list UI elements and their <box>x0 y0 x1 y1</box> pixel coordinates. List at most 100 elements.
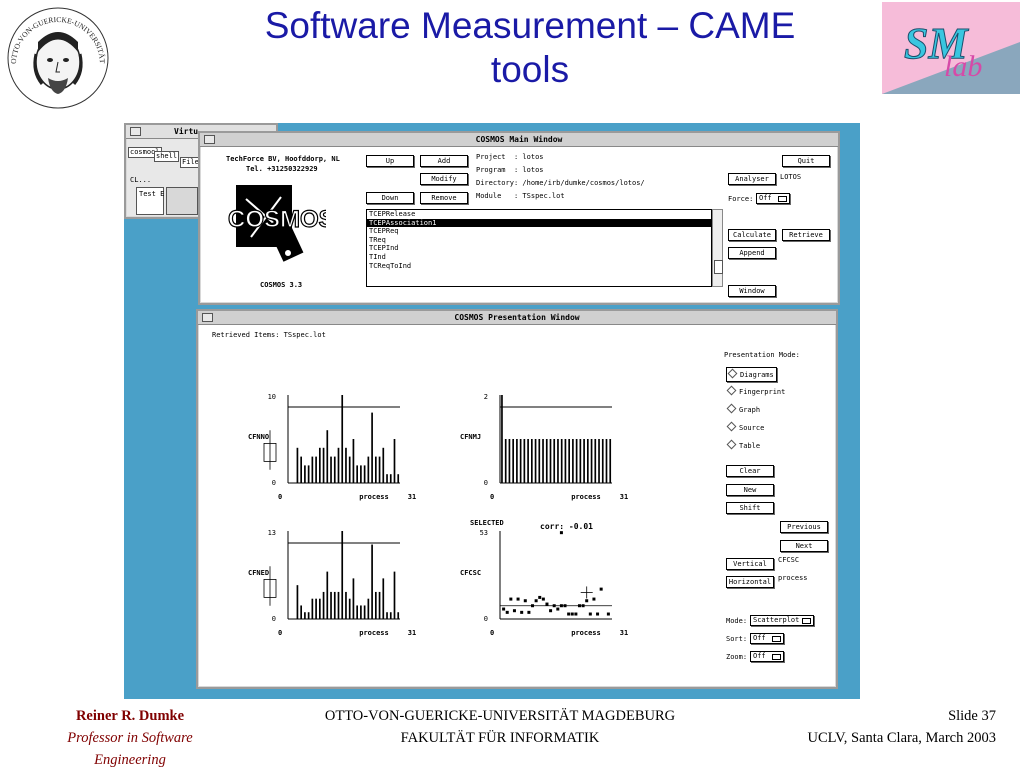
x-tick-label: 0 <box>490 493 494 501</box>
mode-radio-graph[interactable]: Graph <box>726 403 760 415</box>
bar <box>386 474 388 483</box>
y-tick-label: 2 <box>484 393 488 401</box>
list-item[interactable]: TReq <box>367 236 711 245</box>
point <box>563 604 567 608</box>
list-item[interactable]: TCEPRelease <box>367 210 711 219</box>
mode-radio-fingerprint[interactable]: Fingerprint <box>726 385 785 397</box>
list-item-selected[interactable]: TCEPAssociation1 <box>367 218 711 228</box>
logo-lab-text: lab <box>944 50 982 83</box>
cosmos-main-window[interactable]: COSMOS Main Window TechForce BV, Hoofddo… <box>198 131 840 305</box>
option-menu-icon <box>772 654 781 660</box>
bar <box>352 439 355 483</box>
bar <box>527 439 529 483</box>
mode-radio-diagrams[interactable]: Diagrams <box>726 367 777 382</box>
module-list[interactable]: TCEPRelease TCEPAssociation1 TCEPReq TRe… <box>366 209 712 287</box>
new-button[interactable]: New <box>726 484 774 496</box>
point <box>541 597 545 601</box>
bar <box>371 412 373 483</box>
up-button[interactable]: Up <box>366 155 414 167</box>
bg-item[interactable]: shell <box>154 151 180 162</box>
cosmos-presentation-window[interactable]: COSMOS Presentation Window Retrieved Ite… <box>196 309 838 689</box>
window-menu-icon[interactable] <box>130 127 141 136</box>
list-item[interactable]: TCReqToInd <box>367 262 711 271</box>
mode-select[interactable]: Scatterplot <box>750 615 814 626</box>
bar <box>378 591 381 619</box>
bar <box>311 598 314 619</box>
y-tick-label: 53 <box>480 529 488 537</box>
info-value: : lotos <box>514 153 544 161</box>
point <box>567 612 571 616</box>
bar <box>374 456 377 483</box>
bar <box>296 585 299 619</box>
retrieve-button[interactable]: Retrieve <box>782 229 830 241</box>
bar <box>534 439 537 483</box>
bar <box>504 439 507 483</box>
bar <box>304 465 306 483</box>
vertical-value: CFCSC <box>778 556 800 564</box>
presentation-mode-heading: Presentation Mode: <box>724 351 800 359</box>
annotation: SELECTED <box>470 519 504 527</box>
slide-title-line1: Software Measurement – CAME <box>264 5 796 46</box>
down-button[interactable]: Down <box>366 192 414 204</box>
bar <box>304 612 306 619</box>
y-tick-label: 13 <box>268 529 276 537</box>
bar <box>330 591 332 619</box>
shift-button[interactable]: Shift <box>726 502 774 514</box>
mode-radio-table[interactable]: Table <box>726 439 760 451</box>
list-item[interactable]: TInd <box>367 253 711 262</box>
force-select[interactable]: Off <box>756 193 790 204</box>
window-menu-icon[interactable] <box>202 313 213 322</box>
point <box>512 609 516 613</box>
calculate-button[interactable]: Calculate <box>728 229 776 241</box>
list-item[interactable]: TCEPInd <box>367 244 711 253</box>
list-item[interactable]: TCEPReq <box>367 227 711 236</box>
presentation-window-title: COSMOS Presentation Window <box>454 313 580 322</box>
vertical-button[interactable]: Vertical <box>726 558 774 570</box>
point <box>599 587 603 591</box>
bar <box>572 439 574 483</box>
modify-button[interactable]: Modify <box>420 173 468 185</box>
cosmos-version: COSMOS 3.3 <box>260 281 303 289</box>
bar <box>523 439 526 483</box>
clear-button[interactable]: Clear <box>726 465 774 477</box>
mode-label: Mode: <box>726 617 748 625</box>
company-name: TechForce BV, Hoofddorp, NL <box>226 155 340 163</box>
radio-diamond-icon <box>726 439 737 450</box>
bar <box>579 439 582 483</box>
window-button[interactable]: Window <box>728 285 776 297</box>
bar <box>341 531 344 619</box>
y-axis-label: CFCSC <box>460 569 481 577</box>
add-button[interactable]: Add <box>420 155 468 167</box>
append-button[interactable]: Append <box>728 247 776 259</box>
bar <box>360 465 362 483</box>
scrollbar-thumb[interactable] <box>714 260 723 274</box>
zoom-select[interactable]: Off <box>750 651 784 662</box>
horizontal-button[interactable]: Horizontal <box>726 576 774 588</box>
retrieved-items: Retrieved Items: TSspec.lot <box>212 331 326 339</box>
info-value: : /home/irb/dumke/cosmos/lotos/ <box>514 179 645 187</box>
bar <box>337 447 340 483</box>
footer-author: Reiner R. Dumke <box>75 708 185 724</box>
bar <box>360 605 362 619</box>
list-scrollbar[interactable] <box>712 209 723 287</box>
bg-item: CL... <box>130 176 152 184</box>
point <box>549 609 553 613</box>
sm-lab-logo: SM lab <box>882 2 1020 94</box>
x-tick-label: 31 <box>408 629 416 637</box>
window-menu-icon[interactable] <box>204 135 215 144</box>
bar <box>356 605 358 619</box>
x-axis-label: process <box>571 493 601 501</box>
mode-radio-source[interactable]: Source <box>726 421 764 433</box>
analyser-button[interactable]: Analyser <box>728 173 776 185</box>
bar <box>345 591 347 619</box>
y-axis-label: CFNNO <box>248 433 269 441</box>
remove-button[interactable]: Remove <box>420 192 468 204</box>
info-label: Program <box>476 166 506 174</box>
next-button[interactable]: Next <box>780 540 828 552</box>
bar <box>538 439 541 483</box>
sort-select[interactable]: Off <box>750 633 784 644</box>
quit-button[interactable]: Quit <box>782 155 830 167</box>
radio-diamond-icon <box>726 403 737 414</box>
point <box>531 604 535 608</box>
previous-button[interactable]: Previous <box>780 521 828 533</box>
